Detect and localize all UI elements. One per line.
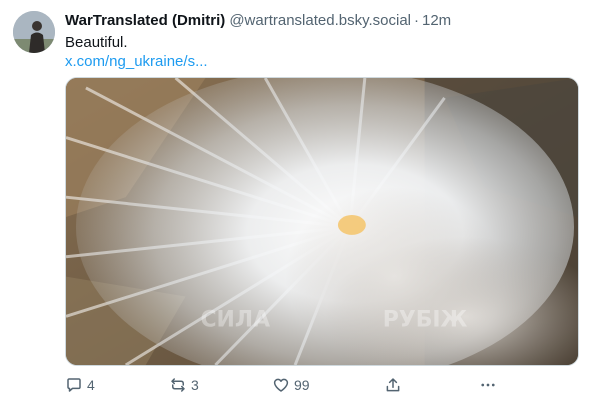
- avatar[interactable]: [13, 11, 55, 53]
- separator-dot: ·: [414, 12, 419, 29]
- post-card[interactable]: WarTranslated (Dmitri) @wartranslated.bsk…: [0, 0, 596, 405]
- share-icon: [386, 378, 400, 392]
- like-button[interactable]: 99: [272, 374, 310, 396]
- reply-button[interactable]: 4: [65, 374, 95, 396]
- share-button[interactable]: [384, 374, 402, 396]
- drone-strike-image: СИЛА РУБІЖ: [66, 78, 578, 365]
- user-avatar-icon: [13, 11, 55, 53]
- repost-button[interactable]: 3: [169, 374, 199, 396]
- author-handle[interactable]: @wartranslated.bsky.social: [229, 12, 411, 29]
- reply-icon: [67, 378, 81, 392]
- media-thumbnail[interactable]: СИЛА РУБІЖ: [65, 77, 579, 366]
- more-icon: [481, 383, 495, 387]
- like-count: 99: [294, 377, 310, 393]
- more-button[interactable]: [479, 374, 497, 396]
- post-text: Beautiful.: [65, 34, 128, 51]
- repost-icon: [171, 378, 185, 392]
- heart-icon: [273, 378, 289, 392]
- watermark-rubizh: РУБІЖ: [383, 307, 468, 332]
- post-timestamp[interactable]: 12m: [422, 12, 451, 29]
- watermark-sila: СИЛА: [200, 307, 270, 332]
- reply-count: 4: [87, 377, 95, 393]
- repost-count: 3: [191, 377, 199, 393]
- author-display-name[interactable]: WarTranslated (Dmitri): [65, 12, 225, 29]
- post-header: WarTranslated (Dmitri) @wartranslated.bsk…: [65, 11, 451, 31]
- post-actions: 4 3 99: [65, 374, 505, 396]
- post-link[interactable]: x.com/ng_ukraine/s...: [65, 52, 208, 72]
